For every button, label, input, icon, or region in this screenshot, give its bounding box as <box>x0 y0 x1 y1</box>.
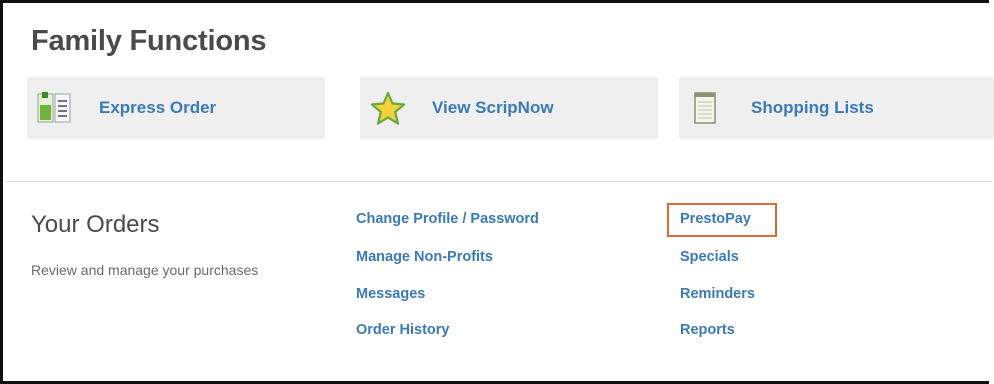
reports-link[interactable]: Reports <box>680 322 735 338</box>
view-scripnow-tile[interactable]: View ScripNow <box>360 77 658 139</box>
notepad-icon <box>689 91 725 125</box>
specials-link[interactable]: Specials <box>680 249 739 265</box>
manage-non-profits-link[interactable]: Manage Non-Profits <box>356 249 493 265</box>
reminders-link[interactable]: Reminders <box>680 286 755 302</box>
express-order-icon <box>37 91 73 125</box>
change-profile-password-link[interactable]: Change Profile / Password <box>356 211 539 227</box>
shopping-lists-label: Shopping Lists <box>751 98 874 117</box>
page-title: Family Functions <box>31 25 267 57</box>
your-orders-description: Review and manage your purchases <box>31 262 259 278</box>
shopping-lists-tile[interactable]: Shopping Lists <box>679 77 994 139</box>
express-order-label: Express Order <box>99 98 217 117</box>
family-functions-panel: Family Functions Express Order View Scri… <box>0 0 994 384</box>
order-history-link[interactable]: Order History <box>356 322 449 338</box>
prestopay-link[interactable]: PrestoPay <box>680 211 751 227</box>
section-divider <box>6 181 992 182</box>
messages-link[interactable]: Messages <box>356 286 425 302</box>
express-order-tile[interactable]: Express Order <box>27 77 325 139</box>
star-icon <box>370 91 406 125</box>
view-scripnow-label: View ScripNow <box>432 98 554 117</box>
your-orders-title: Your Orders <box>31 211 160 238</box>
